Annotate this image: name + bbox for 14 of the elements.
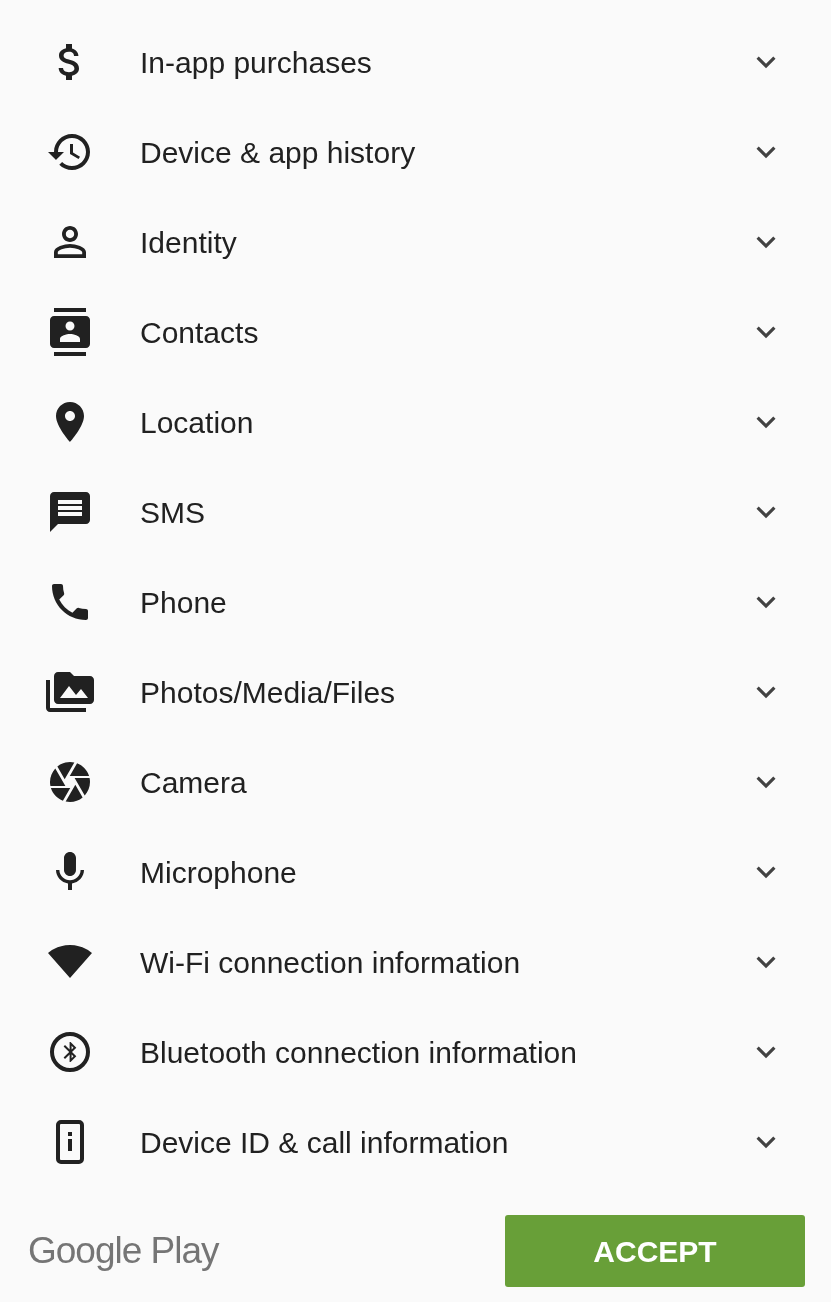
brand-logo-text: Google Play <box>28 1229 219 1274</box>
permission-label[interactable]: Photos/Media/Files <box>140 669 747 715</box>
permission-label[interactable]: Contacts <box>140 309 747 355</box>
permission-label[interactable]: Location <box>140 399 747 445</box>
permission-label[interactable]: Camera <box>140 759 747 805</box>
permission-label[interactable]: Device & app history <box>140 129 747 175</box>
permission-label[interactable]: Microphone <box>140 849 747 895</box>
permission-label[interactable]: Wi-Fi connection information <box>140 939 747 985</box>
permission-label[interactable]: SMS <box>140 489 747 535</box>
permission-label[interactable]: Device ID & call information <box>140 1119 747 1165</box>
permission-label[interactable]: In-app purchases <box>140 39 747 85</box>
permission-label[interactable]: Bluetooth connection information <box>140 1029 747 1075</box>
permission-label[interactable]: Phone <box>140 579 747 625</box>
permission-label[interactable]: Identity <box>140 219 747 265</box>
